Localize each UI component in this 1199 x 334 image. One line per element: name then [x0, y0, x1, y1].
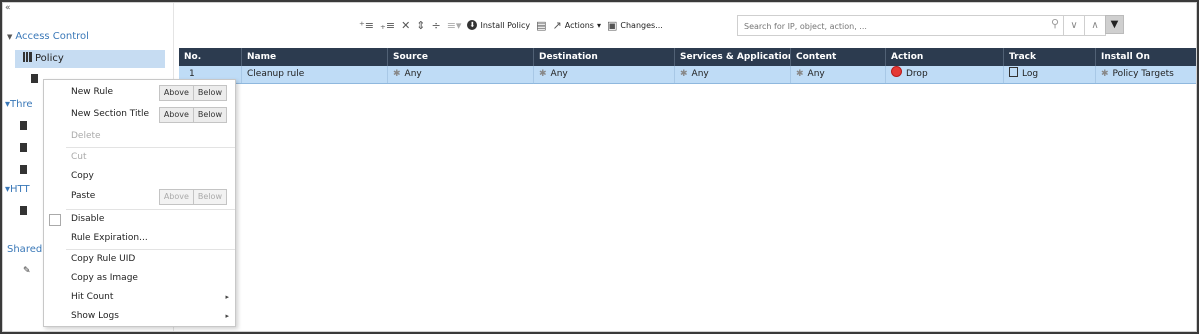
- search-next-button[interactable]: ∨: [1063, 15, 1085, 36]
- changes-button[interactable]: ▣ Changes...: [607, 19, 663, 32]
- search-previous-button[interactable]: ∧: [1084, 15, 1106, 36]
- menu-item-show-logs[interactable]: Show Logs ▸: [44, 307, 235, 326]
- wrench-icon[interactable]: ✎: [23, 266, 31, 276]
- section-divider-icon[interactable]: ÷: [432, 19, 441, 32]
- col-header-content[interactable]: Content: [791, 48, 886, 66]
- search-icon[interactable]: ⚲: [1051, 17, 1059, 30]
- export-icon: ↗: [552, 18, 562, 32]
- cell-name[interactable]: Cleanup rule: [242, 66, 388, 83]
- chevron-down-icon: ▾: [596, 20, 601, 30]
- policy-icon: [23, 52, 32, 62]
- any-icon: ✱: [393, 69, 401, 79]
- rules-table-header: No. Name Source Destination Services & A…: [179, 48, 1196, 66]
- layers-icon[interactable]: [31, 74, 38, 83]
- new-section-above-button[interactable]: Above: [158, 107, 194, 123]
- col-header-action[interactable]: Action: [886, 48, 1004, 66]
- new-section-position: Above Below: [158, 107, 227, 123]
- collapse-panel-icon[interactable]: «: [5, 3, 11, 13]
- actions-button[interactable]: ↗ Actions ▾: [553, 19, 601, 32]
- cell-action[interactable]: Drop: [886, 66, 1004, 83]
- new-section-below-button[interactable]: Below: [193, 107, 227, 123]
- cell-install-on[interactable]: ✱ Policy Targets: [1096, 66, 1196, 83]
- paste-position: Above Below: [158, 189, 227, 205]
- move-rule-icon[interactable]: ⇕: [416, 19, 425, 32]
- menu-item-cut[interactable]: Cut: [44, 148, 235, 167]
- submenu-arrow-icon: ▸: [225, 293, 229, 301]
- menu-item-delete[interactable]: Delete: [44, 127, 235, 146]
- verify-policy-icon[interactable]: ▤: [536, 19, 546, 32]
- table-row[interactable]: 1 Cleanup rule ✱ Any ✱ Any ✱ Any ✱ Any Drop …: [179, 66, 1196, 84]
- search-input[interactable]: [742, 18, 1016, 34]
- menu-item-hit-count[interactable]: Hit Count ▸: [44, 288, 235, 307]
- search-box: ⚲: [737, 15, 1064, 36]
- cell-destination[interactable]: ✱ Any: [534, 66, 675, 83]
- menu-item-paste[interactable]: Paste Above Below: [44, 187, 235, 206]
- cell-services[interactable]: ✱ Any: [675, 66, 791, 83]
- context-menu: New Rule Above Below New Section Title A…: [43, 79, 236, 327]
- col-header-install-on[interactable]: Install On: [1096, 48, 1196, 66]
- new-rule-position: Above Below: [158, 85, 227, 101]
- exceptions-icon[interactable]: [20, 143, 27, 152]
- menu-item-disable[interactable]: Disable: [44, 210, 235, 229]
- menu-item-new-rule[interactable]: New Rule Above Below: [44, 83, 235, 102]
- any-icon: ✱: [539, 69, 547, 79]
- any-icon: ✱: [1101, 69, 1109, 79]
- menu-item-copy-as-image[interactable]: Copy as Image: [44, 269, 235, 288]
- threat-policy-icon[interactable]: [20, 121, 27, 130]
- cell-source[interactable]: ✱ Any: [388, 66, 534, 83]
- col-header-services[interactable]: Services & Applications: [675, 48, 791, 66]
- col-header-track[interactable]: Track: [1004, 48, 1096, 66]
- add-rule-above-icon[interactable]: ⁺≡: [359, 19, 374, 32]
- cell-track[interactable]: Log: [1004, 66, 1096, 83]
- tree-access-control[interactable]: ▼ Access Control: [7, 31, 89, 42]
- more-options-icon[interactable]: ≡▾: [447, 19, 462, 32]
- shared-policies-label[interactable]: Shared: [7, 244, 42, 255]
- tree-threat-prevention[interactable]: ▾Thre: [5, 99, 33, 110]
- new-rule-below-button[interactable]: Below: [193, 85, 227, 101]
- delete-rule-icon[interactable]: ✕: [401, 19, 410, 32]
- expand-triangle-icon[interactable]: ▼: [7, 33, 12, 41]
- changes-icon: ▣: [606, 18, 618, 32]
- drop-icon: [891, 66, 902, 77]
- menu-item-copy-rule-uid[interactable]: Copy Rule UID: [44, 250, 235, 269]
- log-icon: [1009, 67, 1018, 77]
- new-rule-above-button[interactable]: Above: [158, 85, 194, 101]
- menu-item-new-section-title[interactable]: New Section Title Above Below: [44, 105, 235, 124]
- https-policy-icon[interactable]: [20, 206, 27, 215]
- access-control-label: Access Control: [15, 31, 89, 42]
- disable-checkbox[interactable]: [49, 214, 61, 226]
- paste-below-button[interactable]: Below: [193, 189, 227, 205]
- submenu-arrow-icon: ▸: [225, 312, 229, 320]
- filter-icon[interactable]: ▼: [1105, 15, 1124, 34]
- col-header-destination[interactable]: Destination: [534, 48, 675, 66]
- any-icon: ✱: [796, 69, 804, 79]
- col-header-name[interactable]: Name: [242, 48, 388, 66]
- menu-item-copy[interactable]: Copy: [44, 167, 235, 186]
- add-rule-below-icon[interactable]: ₊≡: [380, 19, 395, 32]
- policy-toolbar: ⁺≡ ₊≡ ✕ ⇕ ÷ ≡▾ ⬇ Install Policy ▤ ↗ Action…: [359, 15, 663, 35]
- threat-tools-icon[interactable]: [20, 165, 27, 174]
- install-policy-button[interactable]: ⬇ Install Policy: [467, 20, 530, 30]
- tree-https-inspection[interactable]: ▾HTT: [5, 184, 30, 195]
- tree-item-policy[interactable]: Policy: [15, 50, 165, 68]
- app-window: « ▼ Access Control Policy ▾Thre ▾HTT Shar…: [2, 2, 1197, 332]
- col-header-no[interactable]: No.: [179, 48, 242, 66]
- menu-item-rule-expiration[interactable]: Rule Expiration...: [44, 229, 235, 248]
- install-icon: ⬇: [467, 20, 478, 30]
- paste-above-button[interactable]: Above: [158, 189, 194, 205]
- cell-content[interactable]: ✱ Any: [791, 66, 886, 83]
- any-icon: ✱: [680, 69, 688, 79]
- col-header-source[interactable]: Source: [388, 48, 534, 66]
- policy-label: Policy: [35, 53, 64, 64]
